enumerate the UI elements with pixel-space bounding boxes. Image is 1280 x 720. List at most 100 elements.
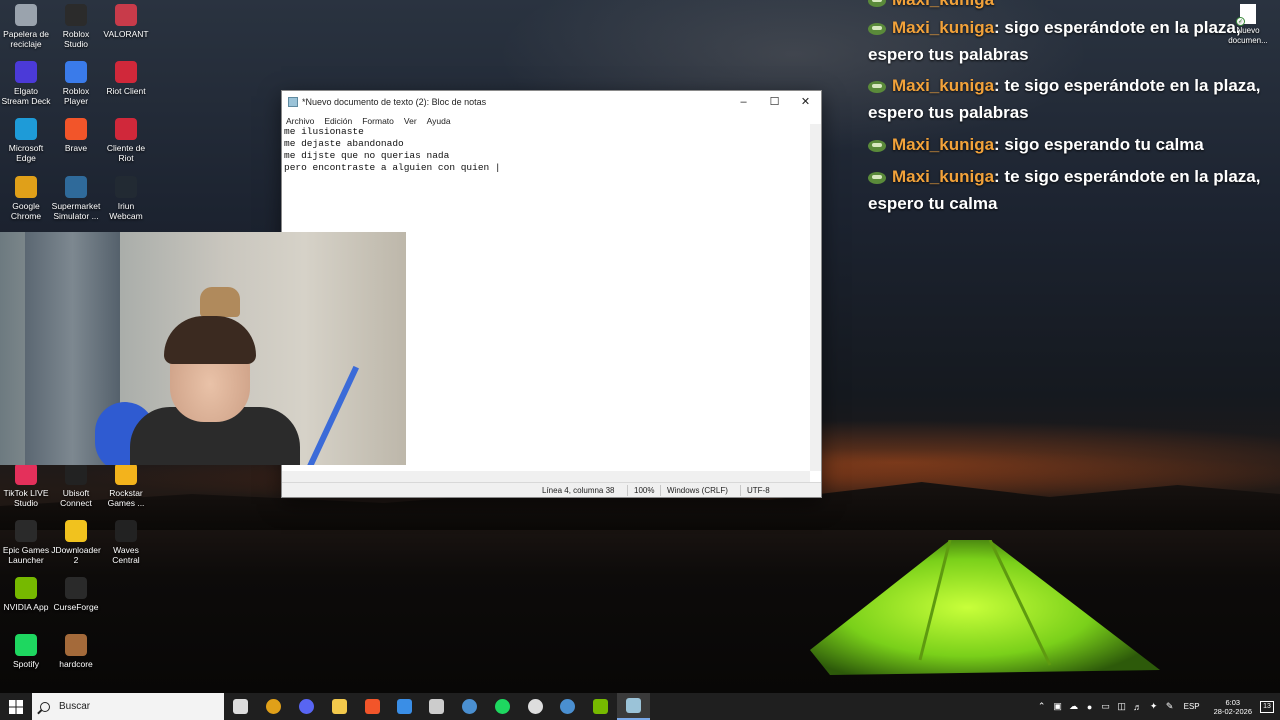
taskbar-app-button[interactable] — [617, 693, 650, 720]
desktop-icon[interactable]: Cliente de Riot — [100, 118, 152, 163]
clock-time: 6:03 — [1225, 697, 1241, 707]
onedrive-icon[interactable]: ☁ — [1067, 701, 1081, 713]
desktop-icon[interactable]: NVIDIA App — [0, 577, 52, 612]
valorant-icon — [115, 4, 137, 26]
usb-icon[interactable]: ▭ — [1099, 701, 1113, 713]
desktop-icon[interactable]: VALORANT — [100, 4, 152, 39]
brave-icon — [365, 699, 380, 714]
status-bar: Línea 4, columna 38 100% Windows (CRLF) … — [282, 482, 821, 497]
curseforge-icon — [65, 577, 87, 599]
taskbar-app-button[interactable] — [224, 693, 257, 720]
taskbar-app-button[interactable] — [551, 693, 584, 720]
desktop-icon[interactable]: Roblox Player — [50, 61, 102, 106]
desktop-icon[interactable]: Brave — [50, 118, 102, 153]
desktop-icon[interactable]: Spotify — [0, 634, 52, 669]
pepe-emote-icon — [868, 139, 886, 152]
pepe-emote-icon — [868, 80, 886, 93]
clock-date: 28-02-2026 — [1213, 706, 1252, 716]
desktop-icon-label: Ubisoft Connect — [60, 488, 92, 508]
taskbar-app-button[interactable] — [388, 693, 421, 720]
network-icon[interactable]: ◫ — [1115, 701, 1129, 713]
taskbar-app-button[interactable] — [257, 693, 290, 720]
taskbar-app-button[interactable] — [486, 693, 519, 720]
desktop-icon[interactable]: TikTok LIVE Studio — [0, 463, 52, 508]
pepe-emote-icon — [868, 171, 886, 184]
maximize-button[interactable]: ☐ — [759, 91, 790, 112]
pen-icon[interactable]: ✎ — [1163, 701, 1177, 713]
desktop-icon-label: Elgato Stream Deck — [1, 86, 51, 106]
webcam-person-hair — [164, 316, 256, 364]
desktop-icon-label: VALORANT — [103, 29, 149, 39]
desktop-icon-label: Iriun Webcam — [109, 201, 143, 221]
desktop-icon[interactable]: Waves Central — [100, 520, 152, 565]
system-tray: ⌃ ▣ ☁ ● ▭ ◫ ♬ ✦ ✎ ESP 6:03 28-02-2026 13 — [1034, 693, 1280, 720]
spotify-icon — [495, 699, 510, 714]
notepad-icon — [288, 96, 298, 107]
desktop-icon[interactable]: Epic Games Launcher — [0, 520, 52, 565]
chat-message: Maxi_kuniga: sigo esperándote en la plaz… — [868, 14, 1268, 68]
desktop-icon-label: TikTok LIVE Studio — [3, 488, 49, 508]
taskbar-app-button[interactable] — [356, 693, 389, 720]
desktop-icon[interactable]: Riot Client — [100, 61, 152, 96]
notification-center[interactable]: 13 — [1260, 700, 1274, 713]
desktop-icon[interactable]: Roblox Studio — [50, 4, 102, 49]
desktop-icon-label: Waves Central — [112, 545, 140, 565]
taskbar-app-button[interactable] — [323, 693, 356, 720]
clock[interactable]: 6:03 28-02-2026 — [1214, 698, 1252, 716]
horizontal-scrollbar[interactable] — [282, 471, 810, 482]
desktop-icon[interactable]: hardcore — [50, 634, 102, 669]
desktop-icon[interactable]: CurseForge — [50, 577, 102, 612]
desktop-icon[interactable]: Google Chrome — [0, 176, 52, 221]
webcam-overlay — [0, 232, 406, 465]
taskbar-app-button[interactable] — [420, 693, 453, 720]
volume-icon[interactable]: ♬ — [1131, 701, 1145, 713]
desktop-icon[interactable]: Microsoft Edge — [0, 118, 52, 163]
nvidia-tray-icon[interactable]: ✦ — [1147, 701, 1161, 713]
language-indicator[interactable]: ESP — [1184, 702, 1200, 711]
chrome-icon — [15, 176, 37, 198]
close-button[interactable]: ✕ — [790, 91, 821, 112]
desktop-icon-label: Google Chrome — [10, 201, 42, 221]
wallpaper-tent — [810, 540, 1160, 675]
chat-text: : sigo esperando tu calma — [994, 135, 1204, 154]
task-view-icon — [233, 699, 248, 714]
waves-central-icon — [115, 520, 137, 542]
desktop-icon[interactable]: Supermarket Simulator ... — [50, 176, 102, 221]
nvidia-icon — [15, 577, 37, 599]
microphone-icon[interactable]: ● — [1083, 701, 1097, 713]
discord-icon — [299, 699, 314, 714]
cursor-position: Línea 4, columna 38 — [542, 486, 615, 495]
microsoft-store-icon — [397, 699, 412, 714]
ubisoft-connect-icon — [65, 463, 87, 485]
desktop-icon-label: Supermarket Simulator ... — [51, 201, 101, 221]
tray-app-icon[interactable]: ▣ — [1051, 701, 1065, 713]
chat-username: Maxi_kuniga — [892, 135, 995, 154]
taskbar-app-button[interactable] — [519, 693, 552, 720]
desktop-icon[interactable]: Papelera de reciclaje — [0, 4, 52, 49]
chat-username: Maxi_kuniga — [892, 76, 995, 95]
text-line: me dejaste abandonado — [284, 138, 404, 149]
taskbar-search[interactable]: Buscar — [32, 693, 224, 720]
vertical-scrollbar[interactable] — [810, 124, 821, 471]
desktop-icon[interactable]: Elgato Stream Deck — [0, 61, 52, 106]
desktop-icon[interactable]: Iriun Webcam — [100, 176, 152, 221]
jdownloader-icon — [65, 520, 87, 542]
notepad-icon — [626, 698, 641, 713]
minimize-button[interactable]: – — [728, 91, 759, 112]
desktop-icon[interactable]: Ubisoft Connect — [50, 463, 102, 508]
desktop-icon-label: Epic Games Launcher — [2, 545, 50, 565]
tiktok-live-icon — [15, 463, 37, 485]
chat-message-partial: Maxi_kuniga — [868, 0, 1268, 13]
text-line: me dijste que no querias nada — [284, 150, 450, 161]
taskbar-app-button[interactable] — [290, 693, 323, 720]
taskbar-app-button[interactable] — [584, 693, 617, 720]
taskbar-app-button[interactable] — [453, 693, 486, 720]
windows-icon — [9, 699, 23, 714]
text-line: pero encontraste a alguien con quien | — [284, 162, 501, 173]
chevron-up-icon[interactable]: ⌃ — [1035, 701, 1049, 713]
desktop-icon[interactable]: JDownloader 2 — [50, 520, 102, 565]
start-button[interactable] — [0, 693, 32, 720]
desktop-icon[interactable]: Rockstar Games ... — [100, 463, 152, 508]
title-bar[interactable]: *Nuevo documento de texto (2): Bloc de n… — [282, 91, 821, 112]
steam-icon-2 — [560, 699, 575, 714]
